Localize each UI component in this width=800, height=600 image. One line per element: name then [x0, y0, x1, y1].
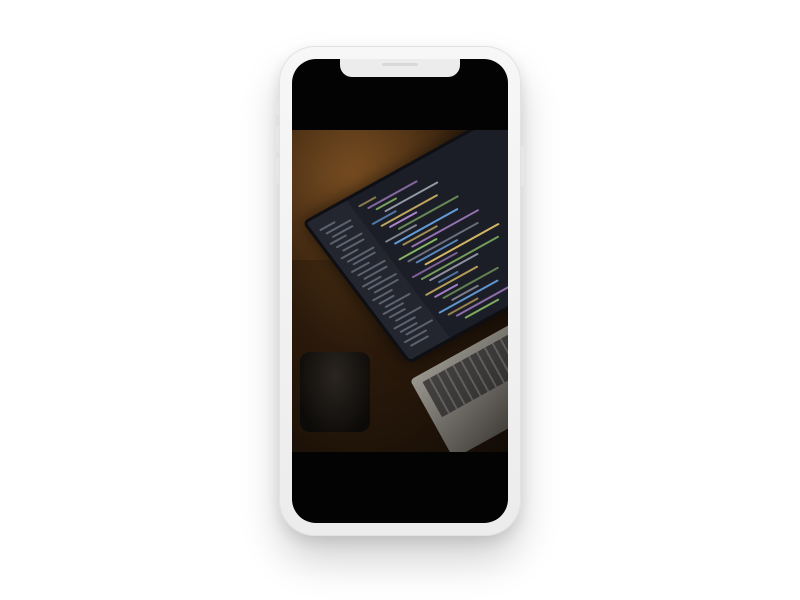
- laptop-code-photo: [292, 130, 508, 452]
- power-button: [521, 146, 524, 186]
- code-line: [358, 196, 377, 208]
- phone-notch: [340, 59, 460, 77]
- phone-device: [276, 46, 524, 536]
- volume-up-button: [276, 126, 279, 152]
- mug-silhouette: [300, 352, 370, 432]
- phone-screen: [292, 59, 508, 523]
- silent-switch: [276, 101, 279, 115]
- earpiece-speaker: [382, 63, 418, 66]
- code-line: [366, 179, 418, 209]
- volume-down-button: [276, 158, 279, 184]
- mockup-stage: [0, 0, 800, 600]
